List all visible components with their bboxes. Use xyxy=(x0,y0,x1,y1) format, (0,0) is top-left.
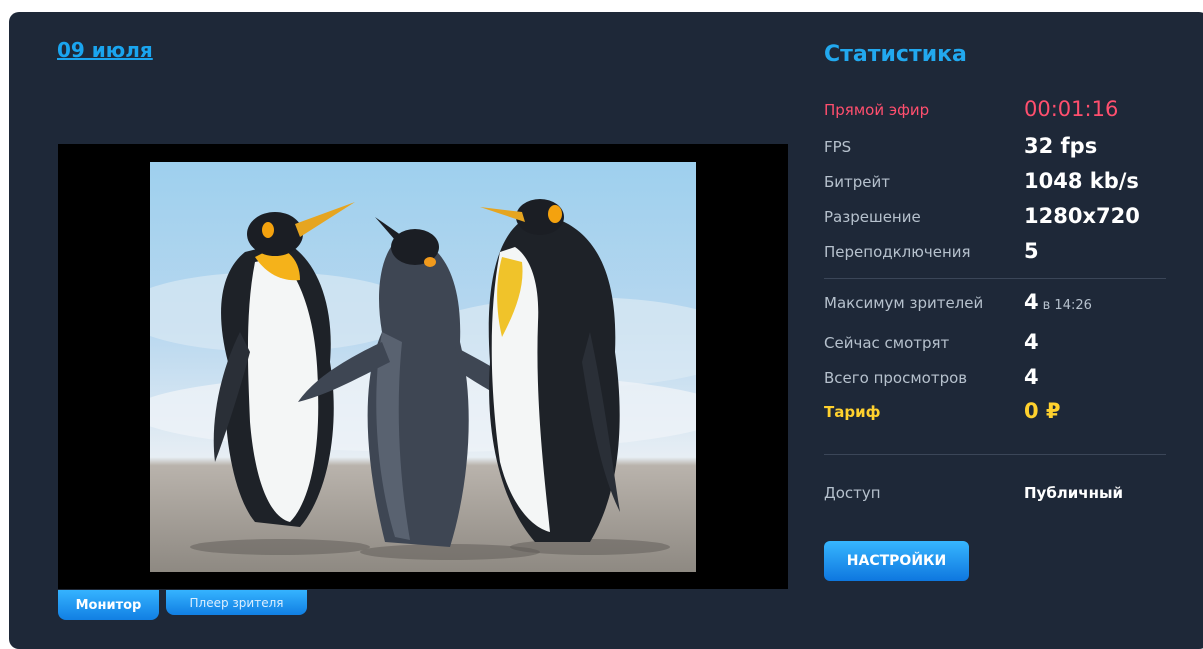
divider xyxy=(824,454,1166,455)
stat-label: Тариф xyxy=(824,403,881,421)
stat-row-live: Прямой эфир 00:01:16 xyxy=(824,97,1164,127)
stat-value: 1048 kb/s xyxy=(1024,169,1139,193)
stat-value: 4 xyxy=(1024,330,1039,354)
stats-title: Статистика xyxy=(824,42,967,67)
stat-label: Разрешение xyxy=(824,208,921,226)
access-value: Публичный xyxy=(1024,484,1124,502)
stat-row-resolution: Разрешение 1280x720 xyxy=(824,204,1164,234)
settings-button[interactable]: НАСТРОЙКИ xyxy=(824,541,969,581)
stat-row-total-views: Всего просмотров 4 xyxy=(824,365,1164,395)
stat-value: 32 fps xyxy=(1024,134,1098,158)
stat-value: 4 xyxy=(1024,365,1039,389)
date-link[interactable]: 09 июля xyxy=(57,38,153,62)
tab-viewer-player[interactable]: Плеер зрителя xyxy=(166,590,307,615)
stat-row-max-viewers: Максимум зрителей 4в 14:26 xyxy=(824,290,1164,320)
stat-row-fps: FPS 32 fps xyxy=(824,134,1164,164)
video-preview-image xyxy=(150,162,696,572)
stat-value: 0 ₽ xyxy=(1024,399,1061,423)
stat-label: Максимум зрителей xyxy=(824,294,984,312)
stat-row-watching-now: Сейчас смотрят 4 xyxy=(824,330,1164,360)
stat-label: Сейчас смотрят xyxy=(824,334,950,352)
stat-row-tariff: Тариф 0 ₽ xyxy=(824,399,1164,429)
stat-label: FPS xyxy=(824,138,852,156)
stat-row-bitrate: Битрейт 1048 kb/s xyxy=(824,169,1164,199)
stat-row-reconnects: Переподключения 5 xyxy=(824,239,1164,269)
tab-monitor[interactable]: Монитор xyxy=(58,590,159,620)
stat-value: 5 xyxy=(1024,239,1039,263)
access-label: Доступ xyxy=(824,484,881,502)
live-timer: 00:01:16 xyxy=(1024,97,1119,121)
stat-value: 4в 14:26 xyxy=(1024,290,1092,314)
video-player[interactable] xyxy=(58,144,788,589)
stat-label: Переподключения xyxy=(824,243,971,261)
stat-label: Прямой эфир xyxy=(824,101,930,119)
max-viewers-time: в 14:26 xyxy=(1042,298,1092,313)
stat-label: Битрейт xyxy=(824,173,891,191)
max-viewers-count: 4 xyxy=(1024,290,1039,314)
divider xyxy=(824,278,1166,279)
stat-value: 1280x720 xyxy=(1024,204,1140,228)
stat-label: Всего просмотров xyxy=(824,369,968,387)
